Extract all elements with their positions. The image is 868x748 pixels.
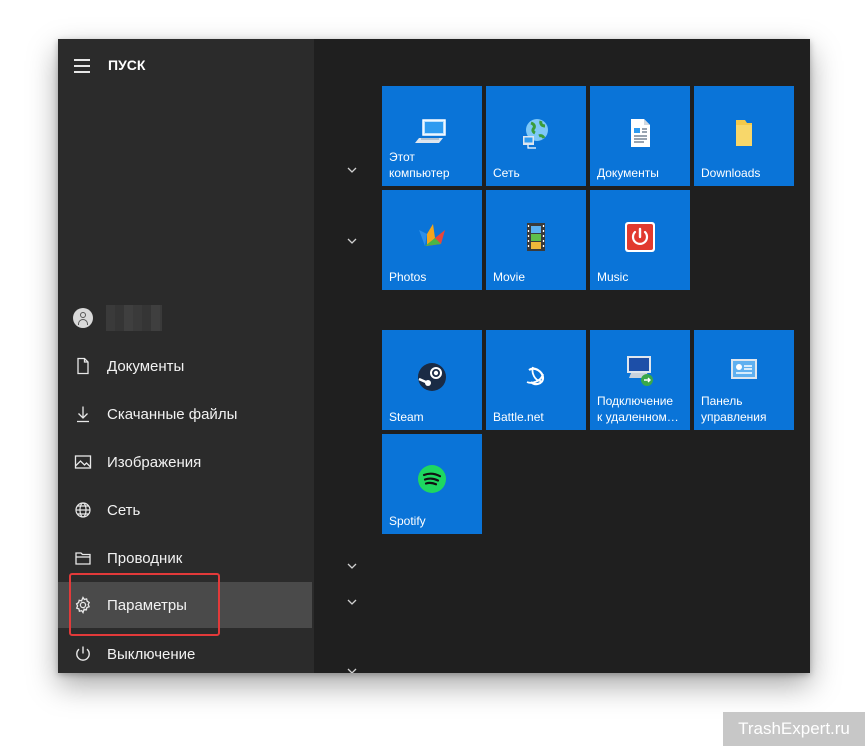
tile-label: Movie [493,270,526,284]
folder-icon [736,120,752,146]
tile-music[interactable]: Music [590,190,690,290]
remote-desktop-icon [627,356,653,386]
nav-item-label: Скачанные файлы [107,405,238,423]
music-power-icon [625,222,655,252]
photos-icon [419,224,445,246]
user-name-blurred [106,305,162,331]
user-account[interactable] [58,301,314,335]
computer-icon [415,119,446,143]
chevron-down-icon[interactable] [346,235,358,247]
tile-label: Battle.net [493,410,544,424]
nav-item-label: Проводник [107,549,183,567]
nav-item-label: Документы [107,357,185,375]
tile-spotify[interactable]: Spotify [382,434,482,534]
tile-label: Downloads [701,166,761,180]
nav-item-documents[interactable]: Документы [58,343,314,389]
tile-documents[interactable]: Документы [590,86,690,186]
spotify-icon [418,465,446,493]
tile-photos[interactable]: Photos [382,190,482,290]
tile-label: Подключение к удаленном… [597,394,679,424]
tile-label: Сеть [493,166,520,180]
battlenet-icon [526,366,545,386]
chevron-down-icon[interactable] [346,665,358,673]
control-panel-icon [731,359,757,379]
chevron-down-icon[interactable] [346,596,358,608]
nav-item-downloads[interactable]: Скачанные файлы [58,391,314,437]
tile-battlenet[interactable]: Battle.net [486,330,586,430]
chevron-down-icon[interactable] [346,560,358,572]
tile-label: Документы [597,166,659,180]
watermark: TrashExpert.ru [723,712,865,746]
film-icon [527,223,545,251]
tile-downloads[interactable]: Downloads [694,86,794,186]
start-title: ПУСК [108,57,146,73]
tile-label: Steam [389,410,424,424]
explorer-icon [74,549,92,567]
image-icon [74,453,92,471]
nav-item-power[interactable]: Выключение [58,631,314,673]
tile-movie[interactable]: Movie [486,190,586,290]
avatar-icon [73,308,93,328]
nav-item-label: Изображения [107,453,202,471]
nav-item-label: Выключение [107,645,196,663]
steam-icon [418,363,446,391]
tile-label: Photos [389,270,427,284]
chevron-down-icon[interactable] [346,164,358,176]
tile-remote-desktop[interactable]: Подключение к удаленном… [590,330,690,430]
nav-item-label: Сеть [107,501,141,519]
nav-item-images[interactable]: Изображения [58,439,314,485]
tile-steam[interactable]: Steam [382,330,482,430]
document-icon [631,119,650,147]
download-icon [74,405,92,423]
tile-label: Music [597,270,629,284]
tile-label: Этот компьютер [389,150,450,180]
hamburger-menu-icon[interactable] [74,59,90,73]
tile-this-computer[interactable]: Этот компьютер [382,86,482,186]
settings-highlight-box [69,573,220,636]
tile-label: Spotify [389,514,426,528]
power-icon [74,645,92,663]
tile-label: Панель управления [701,394,767,424]
network-globe-icon [523,119,548,149]
tile-control-panel[interactable]: Панель управления [694,330,794,430]
tile-network[interactable]: Сеть [486,86,586,186]
document-icon [74,357,92,375]
nav-item-network[interactable]: Сеть [58,487,314,533]
globe-icon [74,501,92,519]
